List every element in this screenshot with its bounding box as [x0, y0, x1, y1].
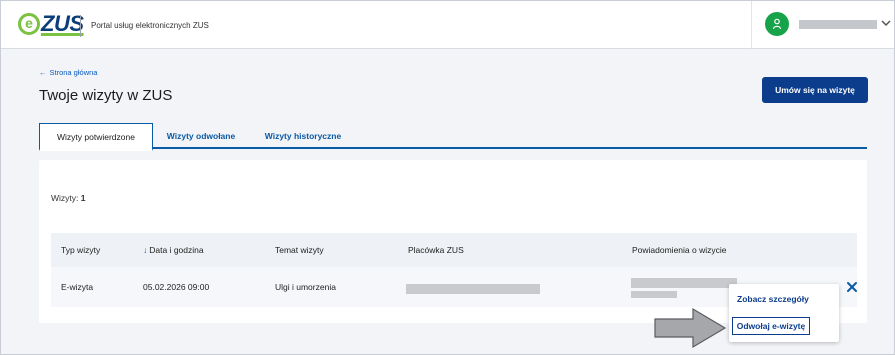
back-link[interactable]: ← Strona główna: [39, 68, 97, 77]
visits-count-label: Wizyty:: [51, 193, 79, 203]
user-divider: [751, 1, 752, 49]
tab-cancelled[interactable]: Wizyty odwołane: [161, 123, 241, 149]
logo-zus: ZUS: [41, 11, 84, 36]
user-avatar[interactable]: [765, 12, 789, 36]
user-name-redacted[interactable]: [799, 20, 877, 29]
cancel-visit-item[interactable]: Odwołaj e-wizytę: [732, 317, 810, 335]
book-visit-button[interactable]: Umów się na wizytę: [762, 77, 868, 103]
visits-count-value: 1: [80, 193, 86, 203]
tab-confirmed[interactable]: Wizyty potwierdzone: [39, 123, 153, 151]
column-datetime[interactable]: ↓ Data i godzina: [143, 245, 204, 255]
row-actions-menu: Zobacz szczegóły Odwołaj e-wizytę: [729, 284, 839, 342]
cell-topic: Ulgi i umorzenia: [275, 282, 336, 292]
logo-e: e: [18, 13, 40, 35]
cell-datetime: 05.02.2026 09:00: [143, 282, 210, 292]
app-window: e ZUS Portal usług elektronicznych ZUS ←…: [0, 0, 895, 355]
logo-divider: [80, 15, 81, 37]
arrow-left-icon: ←: [39, 68, 47, 77]
user-icon: [772, 18, 782, 30]
cell-office-redacted: [406, 284, 540, 294]
tab-bar: Wizyty potwierdzone Wizyty odwołane Wizy…: [39, 123, 867, 151]
column-type: Typ wizyty: [61, 245, 101, 255]
close-icon[interactable]: [844, 279, 860, 295]
chevron-down-icon[interactable]: [880, 17, 892, 29]
view-details-item[interactable]: Zobacz szczegóły: [737, 294, 809, 304]
cell-notification-redacted-2: [631, 291, 677, 298]
cell-type: E-wizyta: [61, 282, 94, 292]
visits-count: Wizyty: 1: [51, 193, 86, 203]
tab-historical[interactable]: Wizyty historyczne: [255, 123, 351, 149]
column-topic: Temat wizyty: [275, 245, 324, 255]
column-notifications: Powiadomienia o wizycie: [632, 245, 727, 255]
top-header: e ZUS Portal usług elektronicznych ZUS: [1, 1, 894, 49]
column-datetime-label: Data i godzina: [149, 245, 204, 255]
pointer-arrow-icon: [654, 307, 727, 349]
back-link-label: Strona główna: [49, 68, 98, 77]
sort-arrow-down-icon: ↓: [143, 245, 148, 255]
column-office: Placówka ZUS: [408, 245, 464, 255]
page-title: Twoje wizyty w ZUS: [39, 87, 173, 104]
ezus-logo[interactable]: e ZUS: [18, 11, 84, 37]
table-header: Typ wizyty ↓ Data i godzina Temat wizyty…: [51, 233, 857, 267]
portal-title: Portal usług elektronicznych ZUS: [91, 21, 209, 30]
cell-notification-redacted-1: [631, 278, 737, 288]
